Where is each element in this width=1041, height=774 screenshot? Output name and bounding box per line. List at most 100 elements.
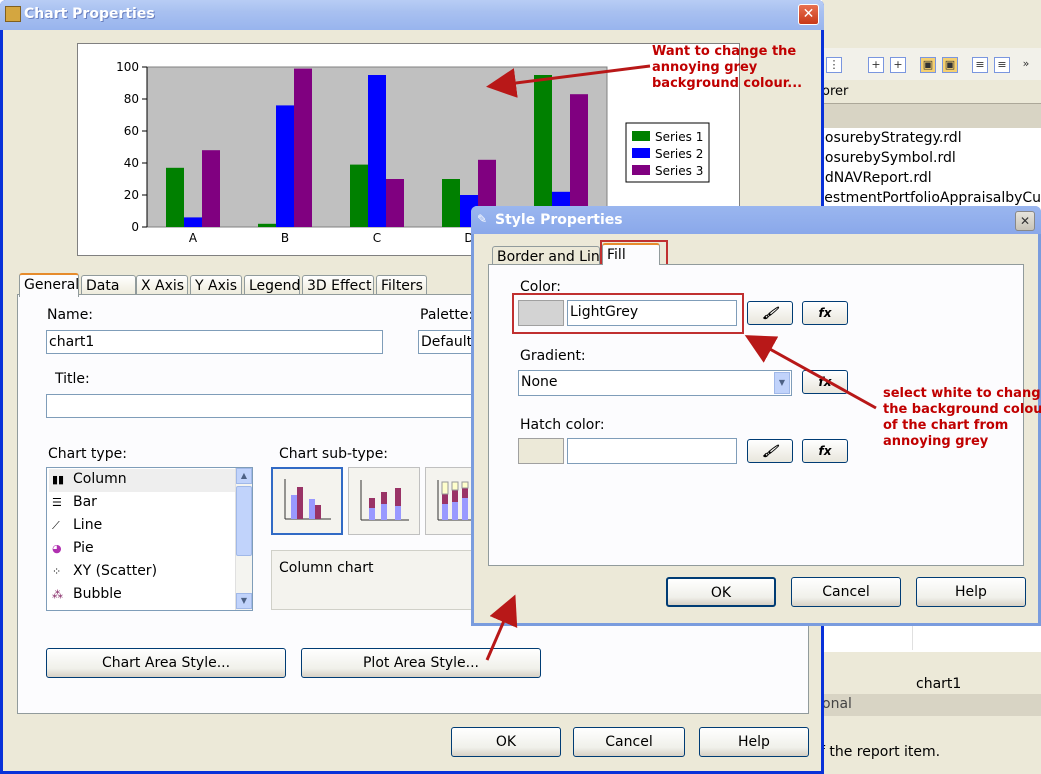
chart-type-label-text: Line — [73, 517, 103, 533]
pie-chart-icon: ◕ — [52, 542, 62, 555]
title-bar: Chart Properties ✕ — [0, 0, 824, 30]
hatch-color-swatch — [518, 438, 564, 464]
gradient-select[interactable]: None ▼ — [518, 370, 792, 396]
explorer-subheader — [822, 104, 1041, 128]
bar — [276, 105, 294, 227]
color-expression-button[interactable]: fx — [802, 301, 848, 325]
help-button[interactable]: Help — [699, 727, 809, 757]
chart-type-label-text: XY (Scatter) — [73, 563, 158, 579]
scroll-thumb[interactable] — [236, 486, 252, 556]
bar — [534, 75, 552, 227]
chart-type-label: Chart type: — [48, 446, 127, 462]
stacked-column-icon — [360, 480, 409, 521]
palette-select[interactable]: Default — [418, 330, 478, 354]
y-tick-label: 60 — [124, 124, 139, 138]
property-description: f the report item. — [820, 744, 941, 760]
cancel-button[interactable]: Cancel — [573, 727, 685, 757]
copy-icon[interactable]: ▣ — [920, 57, 936, 73]
chart-type-bubble[interactable]: ⁂ Bubble — [49, 584, 237, 607]
dialog-icon — [5, 6, 21, 22]
gradient-expression-button[interactable]: fx — [802, 370, 848, 394]
scatter-chart-icon: ⁘ — [52, 565, 62, 578]
toolbar-icon[interactable]: ⋮ — [826, 57, 842, 73]
y-tick-label: 0 — [131, 220, 139, 234]
color-highlight — [512, 293, 744, 334]
chart-type-column[interactable]: ▮▮ Column — [49, 469, 237, 492]
tab-filters[interactable]: Filters — [376, 275, 427, 296]
bar — [184, 217, 202, 227]
hatch-color-picker-button[interactable]: 🖌 — [747, 439, 793, 463]
annotation-line: of the chart from — [883, 418, 1009, 433]
chart-area-style-button[interactable]: Chart Area Style... — [46, 648, 286, 678]
chart-type-pie[interactable]: ◕ Pie — [49, 538, 237, 561]
chart-type-list[interactable]: ▮▮ Column ☰ Bar ⟋ Line ◕ Pie ⁘ XY (Scatter) ⁂… — [46, 467, 253, 611]
chart-description-box: Column chart — [271, 550, 481, 610]
file-item[interactable]: posurebyStrategy.rdl — [816, 130, 962, 146]
list-icon[interactable]: ≡ — [972, 57, 988, 73]
paint-bucket-icon: 🖌 — [762, 444, 778, 458]
color-picker-button[interactable]: 🖌 — [747, 301, 793, 325]
expand-icon[interactable]: + — [868, 57, 884, 73]
column-chart-icon: ▮▮ — [52, 473, 65, 486]
paint-bucket-icon: 🖌 — [762, 306, 778, 320]
bar — [368, 75, 386, 227]
tab-fill[interactable]: Fill — [602, 243, 660, 265]
collapse-icon[interactable]: + — [890, 57, 906, 73]
plot-area-style-button[interactable]: Plot Area Style... — [301, 648, 541, 678]
annotation-line: annoying grey — [652, 60, 758, 75]
scroll-up-arrow-icon[interactable]: ▲ — [236, 468, 252, 484]
ide-toolbar: ⋮ + + ▣ ▣ ≡ ≡ » — [822, 48, 1041, 80]
file-item[interactable]: ndNAVReport.rdl — [816, 170, 932, 186]
annotation-right: select white to change the background co… — [883, 386, 1041, 450]
annotation-line: background colour... — [652, 76, 803, 91]
explorer-header: orer — [822, 80, 1041, 104]
style-dialog-title: Style Properties — [495, 212, 623, 228]
style-title-bar: ✎ Style Properties ✕ — [471, 206, 1041, 234]
ok-button[interactable]: OK — [451, 727, 561, 757]
paste-icon[interactable]: ▣ — [942, 57, 958, 73]
subtype-stacked-column[interactable] — [348, 467, 420, 535]
style-ok-button[interactable]: OK — [666, 577, 776, 607]
chevron-down-icon[interactable]: ▼ — [774, 372, 790, 394]
tab-x-axis[interactable]: X Axis — [136, 275, 188, 296]
legend-label: Series 2 — [655, 147, 703, 161]
title-input[interactable] — [46, 394, 478, 418]
name-input[interactable]: chart1 — [46, 330, 383, 354]
chart-type-line[interactable]: ⟋ Line — [49, 515, 237, 538]
hatch-color-label: Hatch color: — [520, 417, 605, 433]
title-label: Title: — [55, 371, 90, 387]
style-close-button[interactable]: ✕ — [1015, 211, 1035, 231]
bar — [202, 150, 220, 227]
tab-data[interactable]: Data — [81, 275, 136, 296]
paint-icon: ✎ — [477, 212, 488, 226]
chart-type-label-text: Column — [73, 471, 127, 487]
gradient-value: None — [521, 374, 558, 390]
tab-general[interactable]: General — [19, 273, 79, 297]
hatch-color-input[interactable] — [567, 438, 737, 464]
chart-type-bar[interactable]: ☰ Bar — [49, 492, 237, 515]
scroll-down-arrow-icon[interactable]: ▼ — [236, 593, 252, 609]
subtype-clustered-column[interactable] — [271, 467, 343, 535]
chart-type-scatter[interactable]: ⁘ XY (Scatter) — [49, 561, 237, 584]
dialog-title: Chart Properties — [24, 6, 155, 22]
explorer-title: orer — [822, 84, 849, 99]
bar — [294, 68, 312, 227]
chart-subtype-label: Chart sub-type: — [279, 446, 389, 462]
style-cancel-button[interactable]: Cancel — [791, 577, 901, 607]
clustered-column-icon — [284, 479, 331, 520]
close-button[interactable]: ✕ — [798, 4, 819, 25]
tab-3d-effect[interactable]: 3D Effect — [302, 275, 374, 296]
list-scrollbar[interactable]: ▲ ▼ — [235, 468, 252, 610]
properties-icon[interactable]: ≡ — [994, 57, 1010, 73]
bar — [258, 223, 276, 227]
style-help-button[interactable]: Help — [916, 577, 1026, 607]
tab-y-axis[interactable]: Y Axis — [190, 275, 242, 296]
tab-legend[interactable]: Legend — [244, 275, 300, 296]
hatch-expression-button[interactable]: fx — [802, 439, 848, 463]
chart-type-label-text: Pie — [73, 540, 94, 556]
file-item[interactable]: vestmentPortfolioAppraisalbyCusto — [816, 190, 1041, 206]
file-item[interactable]: posurebySymbol.rdl — [816, 150, 956, 166]
property-value[interactable]: chart1 — [916, 676, 961, 692]
bubble-chart-icon: ⁂ — [52, 588, 63, 601]
overflow-icon[interactable]: » — [1018, 57, 1034, 73]
